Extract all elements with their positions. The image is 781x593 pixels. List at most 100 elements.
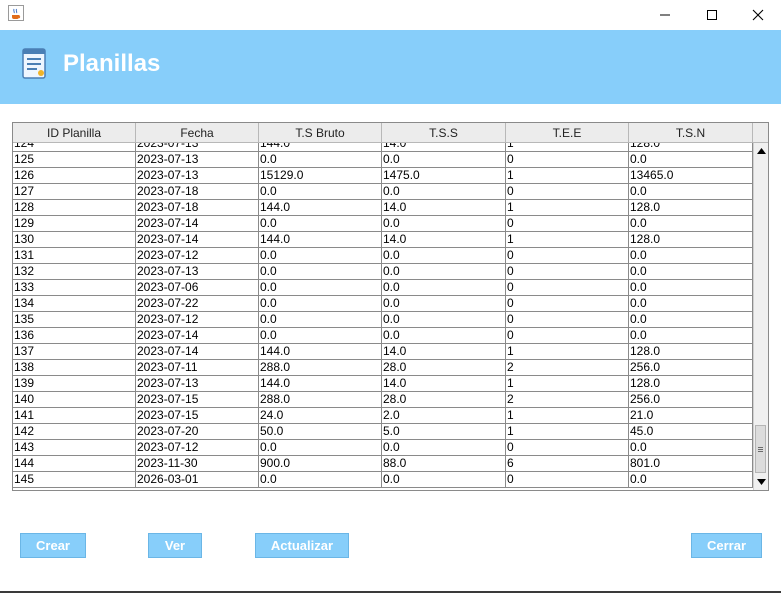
cell-tsn[interactable]: 0.0 xyxy=(629,264,753,280)
cell-tss[interactable]: 1475.0 xyxy=(382,168,506,184)
actualizar-button[interactable]: Actualizar xyxy=(255,533,349,558)
cell-tss[interactable]: 0.0 xyxy=(382,216,506,232)
scroll-down-button[interactable] xyxy=(754,474,768,490)
column-header-tsn[interactable]: T.S.N xyxy=(629,123,753,143)
cell-id[interactable]: 133 xyxy=(13,280,136,296)
cell-fecha[interactable]: 2023-07-13 xyxy=(136,143,259,152)
cell-tss[interactable]: 0.0 xyxy=(382,264,506,280)
cell-id[interactable]: 127 xyxy=(13,184,136,200)
cell-tee[interactable]: 1 xyxy=(506,143,629,152)
cell-tss[interactable]: 88.0 xyxy=(382,456,506,472)
minimize-button[interactable] xyxy=(642,0,688,30)
cell-fecha[interactable]: 2023-07-14 xyxy=(136,344,259,360)
cell-tss[interactable]: 0.0 xyxy=(382,248,506,264)
table-row[interactable]: 126 2023-07-13 15129.0 1475.0 1 13465.0 xyxy=(13,168,753,184)
cell-fecha[interactable]: 2023-07-13 xyxy=(136,376,259,392)
cell-id[interactable]: 129 xyxy=(13,216,136,232)
cell-ts-bruto[interactable]: 900.0 xyxy=(259,456,382,472)
cell-tee[interactable]: 1 xyxy=(506,408,629,424)
cell-fecha[interactable]: 2023-07-22 xyxy=(136,296,259,312)
cell-ts-bruto[interactable]: 288.0 xyxy=(259,392,382,408)
table-row[interactable]: 133 2023-07-06 0.0 0.0 0 0.0 xyxy=(13,280,753,296)
cell-tee[interactable]: 2 xyxy=(506,392,629,408)
cell-tee[interactable]: 1 xyxy=(506,424,629,440)
cell-ts-bruto[interactable]: 0.0 xyxy=(259,296,382,312)
cell-tsn[interactable]: 0.0 xyxy=(629,296,753,312)
cell-tsn[interactable]: 0.0 xyxy=(629,152,753,168)
close-button[interactable] xyxy=(735,0,781,30)
cell-tss[interactable]: 0.0 xyxy=(382,472,506,488)
cell-id[interactable]: 140 xyxy=(13,392,136,408)
table-row[interactable]: 142 2023-07-20 50.0 5.0 1 45.0 xyxy=(13,424,753,440)
cell-fecha[interactable]: 2023-07-14 xyxy=(136,216,259,232)
cell-tss[interactable]: 14.0 xyxy=(382,376,506,392)
cell-tss[interactable]: 0.0 xyxy=(382,280,506,296)
scrollbar-thumb[interactable] xyxy=(755,425,766,473)
cell-id[interactable]: 144 xyxy=(13,456,136,472)
cell-ts-bruto[interactable]: 288.0 xyxy=(259,360,382,376)
cell-tss[interactable]: 28.0 xyxy=(382,360,506,376)
cell-fecha[interactable]: 2023-07-15 xyxy=(136,392,259,408)
cell-tee[interactable]: 0 xyxy=(506,216,629,232)
cell-tsn[interactable]: 45.0 xyxy=(629,424,753,440)
cell-ts-bruto[interactable]: 0.0 xyxy=(259,248,382,264)
table-row[interactable]: 127 2023-07-18 0.0 0.0 0 0.0 xyxy=(13,184,753,200)
cell-tsn[interactable]: 128.0 xyxy=(629,232,753,248)
table-row[interactable]: 140 2023-07-15 288.0 28.0 2 256.0 xyxy=(13,392,753,408)
cell-tss[interactable]: 2.0 xyxy=(382,408,506,424)
column-header-ts-bruto[interactable]: T.S Bruto xyxy=(259,123,382,143)
cell-tsn[interactable]: 13465.0 xyxy=(629,168,753,184)
cell-fecha[interactable]: 2023-07-15 xyxy=(136,408,259,424)
cell-tss[interactable]: 14.0 xyxy=(382,344,506,360)
cell-id[interactable]: 130 xyxy=(13,232,136,248)
cell-fecha[interactable]: 2023-07-13 xyxy=(136,152,259,168)
cell-id[interactable]: 136 xyxy=(13,328,136,344)
vertical-scrollbar[interactable] xyxy=(753,143,768,490)
cell-ts-bruto[interactable]: 15129.0 xyxy=(259,168,382,184)
cell-id[interactable]: 126 xyxy=(13,168,136,184)
column-header-tee[interactable]: T.E.E xyxy=(506,123,629,143)
cell-id[interactable]: 134 xyxy=(13,296,136,312)
cell-tee[interactable]: 0 xyxy=(506,328,629,344)
cell-tss[interactable]: 0.0 xyxy=(382,152,506,168)
table-row[interactable]: 141 2023-07-15 24.0 2.0 1 21.0 xyxy=(13,408,753,424)
cell-tsn[interactable]: 0.0 xyxy=(629,312,753,328)
table-row[interactable]: 136 2023-07-14 0.0 0.0 0 0.0 xyxy=(13,328,753,344)
cell-tee[interactable]: 1 xyxy=(506,232,629,248)
cell-tss[interactable]: 0.0 xyxy=(382,312,506,328)
cell-id[interactable]: 142 xyxy=(13,424,136,440)
cell-id[interactable]: 138 xyxy=(13,360,136,376)
cell-tee[interactable]: 1 xyxy=(506,168,629,184)
cerrar-button[interactable]: Cerrar xyxy=(691,533,762,558)
cell-fecha[interactable]: 2023-07-12 xyxy=(136,312,259,328)
cell-tee[interactable]: 0 xyxy=(506,152,629,168)
cell-ts-bruto[interactable]: 144.0 xyxy=(259,376,382,392)
cell-tsn[interactable]: 256.0 xyxy=(629,392,753,408)
cell-ts-bruto[interactable]: 144.0 xyxy=(259,344,382,360)
cell-tsn[interactable]: 0.0 xyxy=(629,184,753,200)
cell-id[interactable]: 139 xyxy=(13,376,136,392)
cell-fecha[interactable]: 2023-07-06 xyxy=(136,280,259,296)
cell-tss[interactable]: 0.0 xyxy=(382,184,506,200)
cell-ts-bruto[interactable]: 0.0 xyxy=(259,152,382,168)
cell-fecha[interactable]: 2023-07-13 xyxy=(136,264,259,280)
cell-ts-bruto[interactable]: 24.0 xyxy=(259,408,382,424)
cell-tss[interactable]: 0.0 xyxy=(382,296,506,312)
column-header-id[interactable]: ID Planilla xyxy=(13,123,136,143)
cell-tsn[interactable]: 0.0 xyxy=(629,248,753,264)
cell-ts-bruto[interactable]: 0.0 xyxy=(259,264,382,280)
cell-ts-bruto[interactable]: 0.0 xyxy=(259,328,382,344)
cell-tee[interactable]: 0 xyxy=(506,248,629,264)
table-row[interactable]: 144 2023-11-30 900.0 88.0 6 801.0 xyxy=(13,456,753,472)
crear-button[interactable]: Crear xyxy=(20,533,86,558)
cell-id[interactable]: 128 xyxy=(13,200,136,216)
cell-id[interactable]: 137 xyxy=(13,344,136,360)
cell-ts-bruto[interactable]: 144.0 xyxy=(259,200,382,216)
cell-tss[interactable]: 14.0 xyxy=(382,143,506,152)
cell-tee[interactable]: 1 xyxy=(506,200,629,216)
table-row[interactable]: 131 2023-07-12 0.0 0.0 0 0.0 xyxy=(13,248,753,264)
column-header-tss[interactable]: T.S.S xyxy=(382,123,506,143)
cell-id[interactable]: 145 xyxy=(13,472,136,488)
cell-fecha[interactable]: 2023-07-13 xyxy=(136,168,259,184)
table-row[interactable]: 124 2023-07-13 144.0 14.0 1 128.0 xyxy=(13,143,753,152)
